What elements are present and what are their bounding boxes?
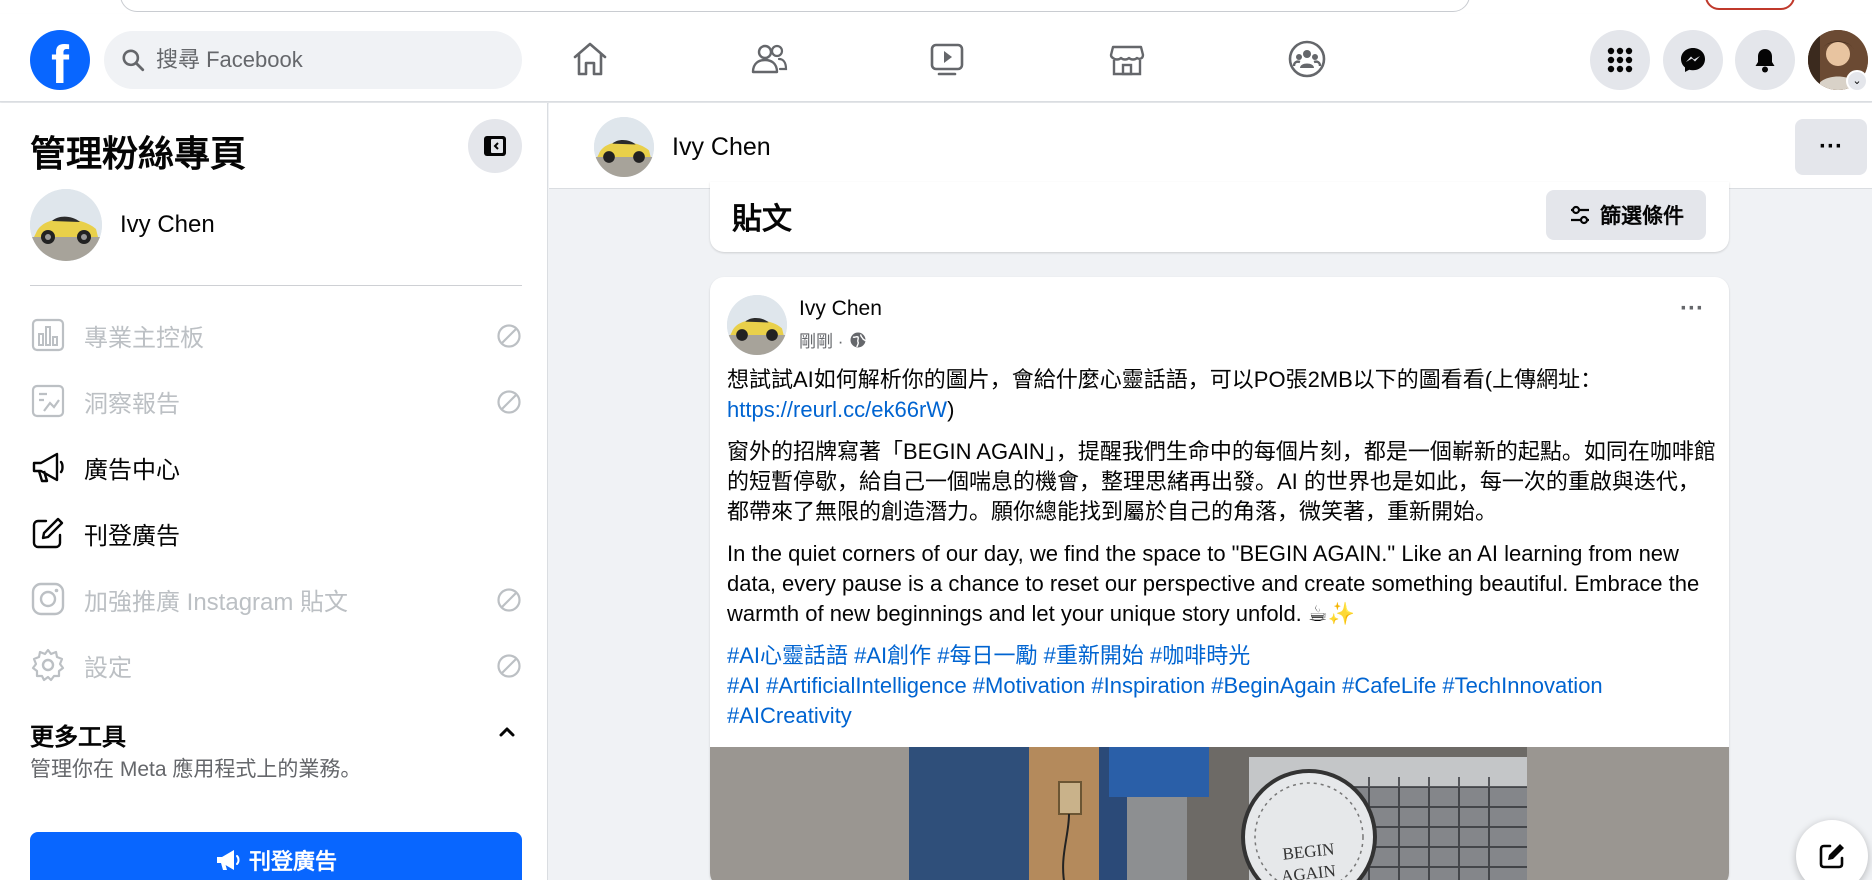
unavailable-icon [497, 324, 521, 348]
unavailable-icon [497, 588, 521, 612]
dashboard-icon [30, 317, 66, 353]
sidebar-item-label: 廣告中心 [84, 456, 180, 484]
menu-grid-icon[interactable] [1590, 30, 1650, 90]
post-body: 想試試AI如何解析你的圖片，會給什麼心靈話語，可以PO張2MB以下的圖看看(上傳… [727, 365, 1717, 731]
page-header-name[interactable]: Ivy Chen [672, 133, 771, 162]
edit-icon [30, 515, 66, 551]
filter-button[interactable]: 篩選條件 [1546, 190, 1706, 240]
post-paragraph-chinese: 窗外的招牌寫著「BEGIN AGAIN」，提醒我們生命中的每個片刻，都是一個嶄新… [727, 439, 1716, 524]
new-message-button[interactable] [1796, 820, 1868, 880]
nav-video-icon[interactable] [892, 28, 1002, 90]
filter-button-label: 篩選條件 [1600, 205, 1684, 228]
search-box[interactable] [104, 31, 522, 89]
sidebar-item-label: 刊登廣告 [84, 522, 180, 550]
search-icon [122, 49, 145, 72]
instagram-icon [30, 581, 66, 617]
post-meta: 剛剛 · [799, 327, 867, 352]
search-input[interactable] [156, 31, 506, 89]
post-card: Ivy Chen 剛剛 · ··· 想試試AI如何解析你的圖片，會給什麼心靈話語… [710, 277, 1729, 880]
post-author-avatar[interactable] [727, 295, 787, 355]
nav-home-icon[interactable] [535, 28, 645, 90]
sidebar-page-profile[interactable]: Ivy Chen [30, 189, 520, 261]
nav-friends-icon[interactable] [714, 28, 824, 90]
browser-toolbar-strip [0, 0, 1872, 14]
sidebar-title: 管理粉絲專頁 [30, 133, 247, 174]
top-navigation-bar: f ⌄ [0, 14, 1872, 102]
page-avatar [30, 189, 102, 261]
post-intro-text: 想試試AI如何解析你的圖片，會給什麼心靈話語，可以PO張2MB以下的圖看看(上傳… [727, 367, 1603, 392]
post-upload-link[interactable]: https://reurl.cc/ek66rW [727, 397, 947, 422]
more-tools-title: 更多工具 [30, 724, 126, 751]
megaphone-icon [216, 850, 240, 870]
messenger-icon[interactable] [1663, 30, 1723, 90]
browser-profile-pill[interactable] [1705, 0, 1795, 10]
sidebar-item-label: 專業主控板 [84, 324, 204, 352]
posts-title: 貼文 [732, 203, 792, 236]
filter-sliders-icon [1571, 205, 1589, 225]
sidebar-item-professional-dashboard[interactable]: 專業主控板 [30, 307, 522, 363]
post-paragraph-intro: 想試試AI如何解析你的圖片，會給什麼心靈話語，可以PO張2MB以下的圖看看(上傳… [727, 365, 1717, 425]
page-header: Ivy Chen ··· [549, 103, 1872, 189]
facebook-logo-icon[interactable]: f [30, 30, 90, 90]
sidebar-item-label: 加強推廣 Instagram 貼文 [84, 588, 349, 616]
post-paragraph-english: In the quiet corners of our day, we find… [727, 541, 1700, 626]
manage-page-sidebar: 管理粉絲專頁 Ivy Chen 專業主控板 洞察報告 廣告中心 刊登廣告 加強推… [0, 103, 548, 880]
browser-address-bar[interactable] [120, 0, 1470, 12]
account-chevron-down-icon[interactable]: ⌄ [1846, 70, 1868, 92]
chevron-up-icon[interactable] [494, 719, 520, 745]
unavailable-icon [497, 654, 521, 678]
posts-section-header: 貼文 篩選條件 [710, 182, 1729, 252]
sidebar-item-ad-center[interactable]: 廣告中心 [30, 439, 522, 495]
sidebar-item-create-ad[interactable]: 刊登廣告 [30, 505, 522, 561]
post-photo: BEGIN AGAIN [909, 747, 1527, 880]
post-more-options-button[interactable]: ··· [1670, 295, 1714, 327]
sidebar-collapse-icon[interactable] [468, 119, 522, 173]
post-timestamp[interactable]: 剛剛 · [799, 327, 843, 352]
sidebar-item-boost-instagram[interactable]: 加強推廣 Instagram 貼文 [30, 571, 522, 627]
sidebar-item-label: 洞察報告 [84, 390, 180, 418]
nav-groups-icon[interactable] [1252, 28, 1362, 90]
sidebar-divider [30, 285, 522, 286]
globe-icon [850, 332, 867, 347]
page-more-button[interactable]: ··· [1795, 119, 1867, 175]
sidebar-item-settings[interactable]: 設定 [30, 637, 522, 693]
more-tools-subtitle: 管理你在 Meta 應用程式上的業務。 [30, 758, 362, 781]
megaphone-icon [30, 449, 66, 485]
page-header-avatar[interactable] [594, 117, 654, 177]
post-hashtags-english[interactable]: #AI #ArtificialIntelligence #Motivation … [727, 671, 1717, 731]
insights-icon [30, 383, 66, 419]
sidebar-item-label: 設定 [84, 654, 132, 682]
compose-icon [1819, 844, 1844, 869]
bell-icon[interactable] [1735, 30, 1795, 90]
nav-marketplace-icon[interactable] [1072, 28, 1182, 90]
unavailable-icon [497, 390, 521, 414]
post-author-name[interactable]: Ivy Chen [799, 297, 882, 321]
gear-icon [30, 647, 66, 683]
create-ad-button-label: 刊登廣告 [248, 849, 337, 874]
post-intro-close: ) [947, 397, 955, 422]
post-hashtags-chinese[interactable]: #AI心靈話語 #AI創作 #每日一勵 #重新開始 #咖啡時光 [727, 641, 1717, 671]
sidebar-page-name: Ivy Chen [120, 211, 215, 238]
create-ad-button[interactable]: 刊登廣告 [30, 832, 522, 880]
sidebar-item-insights[interactable]: 洞察報告 [30, 373, 522, 429]
post-image[interactable]: BEGIN AGAIN [710, 747, 1729, 880]
